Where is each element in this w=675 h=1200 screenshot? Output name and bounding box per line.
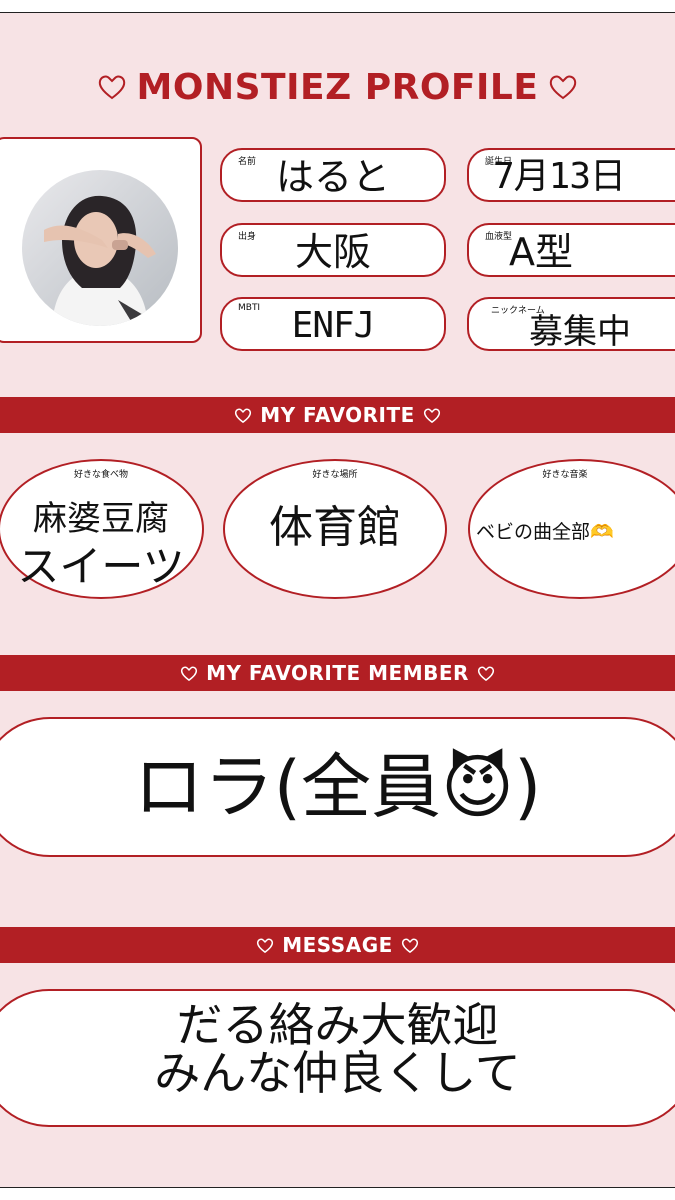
message-header: MESSAGE — [0, 927, 675, 963]
message-heading: MESSAGE — [282, 933, 393, 957]
profile-card: MONSTIEZ PROFILE 名前 はると 誕生日 7月13日 出身 大阪 … — [0, 12, 675, 1188]
favorite-header: MY FAVORITE — [0, 397, 675, 433]
heart-outline-icon — [98, 75, 125, 100]
blood-type-value: A型 — [509, 230, 573, 274]
blood-type-field: 血液型 A型 — [467, 223, 675, 277]
avatar — [22, 170, 178, 326]
heart-outline-icon — [257, 937, 274, 953]
nickname-value: 募集中 — [529, 312, 631, 352]
favorite-food-line2: スイーツ — [17, 542, 185, 591]
favorite-music-label: 好きな音楽 — [542, 470, 588, 480]
favorite-place-value: 体育館 — [269, 502, 401, 553]
heart-outline-icon — [401, 937, 418, 953]
heart-outline-icon — [423, 407, 440, 423]
message-line2: みんな仲良くして — [154, 1046, 521, 1100]
hometown-value: 大阪 — [294, 230, 371, 274]
favorite-heading: MY FAVORITE — [260, 403, 415, 427]
mbti-field: MBTI ENFJ — [220, 297, 446, 351]
favorite-member-value: ロラ(全員😈) — [133, 746, 542, 828]
favorite-food: 好きな食べ物 麻婆豆腐 スイーツ — [0, 459, 204, 599]
name-value: はると — [275, 155, 390, 199]
name-field: 名前 はると — [220, 148, 446, 202]
favorite-member-heading: MY FAVORITE MEMBER — [206, 661, 469, 685]
profile-title: MONSTIEZ PROFILE — [0, 57, 675, 117]
favorite-place-label: 好きな場所 — [312, 470, 358, 480]
heart-outline-icon — [235, 407, 252, 423]
nickname-field: ニックネーム 募集中 — [467, 297, 675, 352]
blood-type-label: 血液型 — [485, 232, 513, 242]
birthday-field: 誕生日 7月13日 — [467, 148, 675, 202]
hometown-field: 出身 大阪 — [220, 223, 446, 277]
favorite-music-value: ベビの曲全部🫶 — [476, 521, 614, 543]
favorite-music: 好きな音楽 ベビの曲全部🫶 — [468, 459, 675, 599]
favorite-member-header: MY FAVORITE MEMBER — [0, 655, 675, 691]
favorite-place: 好きな場所 体育館 — [223, 459, 447, 599]
title-text: MONSTIEZ PROFILE — [136, 66, 539, 108]
favorite-food-label: 好きな食べ物 — [73, 470, 128, 480]
message-box: だる絡み大歓迎 みんな仲良くして — [0, 989, 675, 1127]
heart-outline-icon — [180, 665, 198, 681]
birthday-value: 7月13日 — [493, 156, 626, 197]
heart-outline-icon — [477, 665, 495, 681]
mbti-value: ENFJ — [291, 305, 376, 346]
favorite-member-box: ロラ(全員😈) — [0, 717, 675, 857]
heart-outline-icon — [550, 75, 577, 100]
